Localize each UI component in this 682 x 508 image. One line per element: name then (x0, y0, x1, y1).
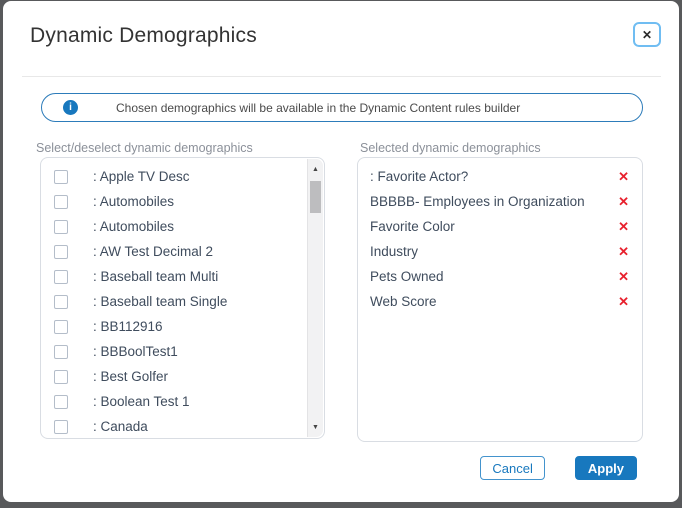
remove-demographic-icon[interactable]: ✕ (618, 295, 629, 308)
demographic-label: : AW Test Decimal 2 (93, 244, 213, 259)
remove-demographic-icon[interactable]: ✕ (618, 270, 629, 283)
selected-demographic-label: Favorite Color (370, 219, 455, 234)
available-demographic-row: : Apple TV Desc (41, 164, 324, 189)
available-demographic-row: : Best Golfer (41, 364, 324, 389)
close-button[interactable]: ✕ (633, 22, 661, 47)
demographic-label: : BB112916 (93, 319, 163, 334)
selected-panel-label: Selected dynamic demographics (360, 141, 541, 155)
demographic-checkbox[interactable] (54, 220, 68, 234)
remove-demographic-icon[interactable]: ✕ (618, 170, 629, 183)
available-demographic-row: : Baseball team Multi (41, 264, 324, 289)
page-title: Dynamic Demographics (30, 24, 257, 48)
available-demographic-row: : Canada (41, 414, 324, 439)
selected-demographic-label: Web Score (370, 294, 437, 309)
selected-demographic-label: BBBBB- Employees in Organization (370, 194, 585, 209)
scrollbar[interactable]: ▲ ▼ (307, 159, 323, 437)
selected-demographic-label: Pets Owned (370, 269, 444, 284)
demographic-checkbox[interactable] (54, 270, 68, 284)
demographic-checkbox[interactable] (54, 345, 68, 359)
demographic-label: : Boolean Test 1 (93, 394, 190, 409)
available-demographic-row: : Boolean Test 1 (41, 389, 324, 414)
selected-demographic-row: Pets Owned ✕ (358, 264, 642, 289)
demographic-checkbox[interactable] (54, 170, 68, 184)
selected-demographic-row: Favorite Color ✕ (358, 214, 642, 239)
cancel-button[interactable]: Cancel (480, 456, 544, 480)
scrollbar-thumb[interactable] (310, 181, 321, 213)
selected-demographic-row: : Favorite Actor? ✕ (358, 164, 642, 189)
demographic-label: : Baseball team Single (93, 294, 227, 309)
selected-demographics-list: : Favorite Actor? ✕ BBBBB- Employees in … (357, 157, 643, 442)
available-demographic-row: : BBBoolTest1 (41, 339, 324, 364)
available-list-rows: : Apple TV Desc : Automobiles : Automobi… (41, 158, 324, 439)
demographic-label: : Canada (93, 419, 148, 434)
available-demographic-row: : Automobiles (41, 214, 324, 239)
info-icon: i (63, 100, 78, 115)
available-demographic-row: : Baseball team Single (41, 289, 324, 314)
remove-demographic-icon[interactable]: ✕ (618, 245, 629, 258)
apply-button[interactable]: Apply (575, 456, 637, 480)
remove-demographic-icon[interactable]: ✕ (618, 195, 629, 208)
selected-demographic-row: Industry ✕ (358, 239, 642, 264)
demographic-label: : BBBoolTest1 (93, 344, 178, 359)
selected-demographic-label: : Favorite Actor? (370, 169, 468, 184)
available-demographic-row: : BB112916 (41, 314, 324, 339)
dialog-footer: Cancel Apply (480, 456, 637, 480)
demographic-checkbox[interactable] (54, 295, 68, 309)
selected-list-rows: : Favorite Actor? ✕ BBBBB- Employees in … (358, 158, 642, 314)
demographic-checkbox[interactable] (54, 195, 68, 209)
demographic-label: : Baseball team Multi (93, 269, 218, 284)
info-banner-text: Chosen demographics will be available in… (116, 101, 520, 115)
demographic-label: : Automobiles (93, 194, 174, 209)
selected-demographic-label: Industry (370, 244, 418, 259)
demographic-label: : Apple TV Desc (93, 169, 190, 184)
selected-demographic-row: Web Score ✕ (358, 289, 642, 314)
scroll-up-icon[interactable]: ▲ (308, 161, 323, 177)
close-icon: ✕ (642, 28, 652, 42)
available-demographic-row: : AW Test Decimal 2 (41, 239, 324, 264)
info-banner: i Chosen demographics will be available … (41, 93, 643, 122)
demographic-label: : Best Golfer (93, 369, 168, 384)
demographic-checkbox[interactable] (54, 320, 68, 334)
demographic-checkbox[interactable] (54, 370, 68, 384)
demographic-checkbox[interactable] (54, 245, 68, 259)
available-demographics-list: : Apple TV Desc : Automobiles : Automobi… (40, 157, 325, 439)
dynamic-demographics-dialog: Dynamic Demographics ✕ i Chosen demograp… (3, 1, 679, 502)
demographic-label: : Automobiles (93, 219, 174, 234)
available-panel-label: Select/deselect dynamic demographics (36, 141, 253, 155)
available-demographic-row: : Automobiles (41, 189, 324, 214)
remove-demographic-icon[interactable]: ✕ (618, 220, 629, 233)
demographic-checkbox[interactable] (54, 420, 68, 434)
scroll-down-icon[interactable]: ▼ (308, 419, 323, 435)
demographic-checkbox[interactable] (54, 395, 68, 409)
selected-demographic-row: BBBBB- Employees in Organization ✕ (358, 189, 642, 214)
header-divider (22, 76, 661, 77)
